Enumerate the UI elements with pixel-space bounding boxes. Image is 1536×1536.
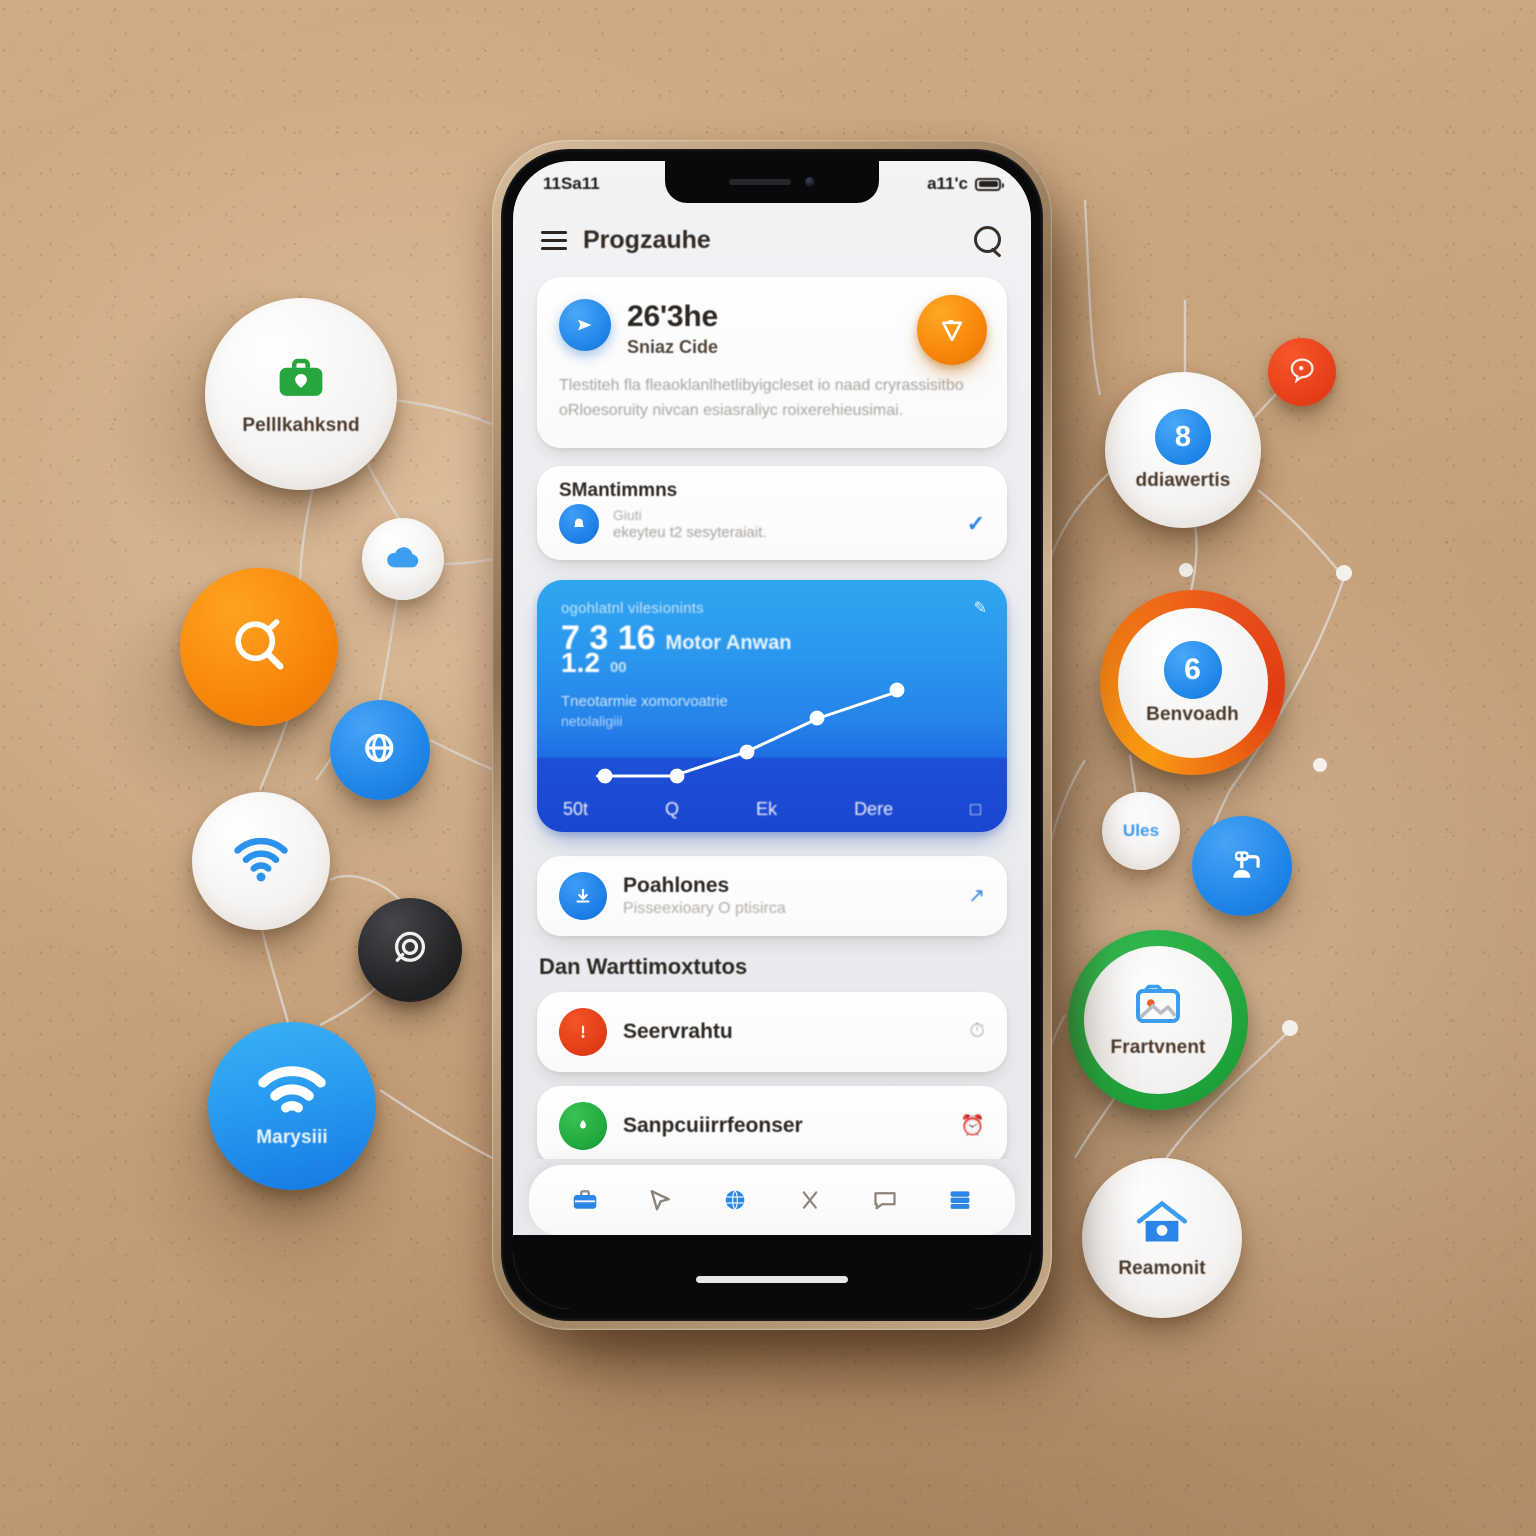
leaf-icon — [559, 1101, 607, 1150]
arrow-icon[interactable]: ↗ — [968, 883, 985, 908]
node-wifi-white[interactable] — [192, 792, 330, 930]
node-search[interactable] — [180, 568, 338, 726]
node-label: Reamonit — [1118, 1258, 1206, 1280]
clock-icon[interactable]: ⏱ — [969, 1020, 985, 1043]
list-item-seervrahtu[interactable]: Seervrahtu ⏱ — [537, 991, 1007, 1072]
list-item-title: Sanpcuiirrfeonser — [623, 1113, 803, 1137]
shield-heart-icon[interactable] — [917, 295, 987, 365]
node-label: ddiawertis — [1135, 470, 1231, 492]
tab-scissors[interactable] — [791, 1181, 829, 1219]
node-reamonit[interactable]: Reamonit — [1082, 1158, 1242, 1318]
chart-unit: Motor Anwan — [665, 631, 792, 654]
edit-icon[interactable]: ✎ — [974, 598, 987, 618]
node-label: Marysiii — [256, 1127, 328, 1149]
chart-sub-1: Tneotarmie xomorvoatrie — [561, 692, 728, 710]
scene-root: Pelllkahksnd Marysiii 8 ddiawertis 6 Ben… — [0, 0, 1536, 1536]
home-indicator[interactable] — [696, 1276, 848, 1283]
x-tick: Ek — [756, 798, 778, 819]
node-target[interactable] — [358, 898, 462, 1002]
timer-icon[interactable]: ⏰ — [960, 1113, 985, 1138]
wifi-icon — [256, 1064, 328, 1123]
badge-6: 6 — [1163, 640, 1222, 699]
chart-card[interactable]: ogohlatnl vilesionints 7 3 16 Motor Anwa… — [537, 579, 1007, 832]
x-tick: □ — [970, 798, 981, 819]
tab-globe[interactable] — [716, 1181, 754, 1219]
globe-icon — [358, 726, 402, 775]
robot-icon — [1219, 841, 1265, 892]
target-icon — [387, 925, 433, 976]
node-globe[interactable] — [330, 700, 430, 800]
node-chat[interactable] — [1268, 338, 1336, 406]
x-tick: Dere — [854, 798, 894, 819]
tab-briefcase[interactable] — [566, 1181, 604, 1219]
node-pelllkahksnd[interactable]: Pelllkahksnd — [205, 298, 397, 490]
tab-cursor[interactable] — [641, 1181, 679, 1219]
list-item-subtitle: Pisseexioary O ptisirca — [623, 899, 786, 917]
x-tick: Q — [665, 798, 680, 819]
medical-kit-icon — [274, 352, 328, 411]
search-icon[interactable] — [973, 225, 1003, 255]
ring-inner: Frartvnent — [1084, 946, 1232, 1094]
scroll-content[interactable]: 26'3he Sniaz Cide Tlestiteh fla fleaokla… — [513, 273, 1031, 1159]
home-icon — [1134, 1197, 1190, 1254]
node-label: Frartvnent — [1110, 1037, 1206, 1059]
badge-8: 8 — [1155, 409, 1211, 466]
phone-bottom-bezel — [513, 1235, 1031, 1309]
hero-card[interactable]: 26'3he Sniaz Cide Tlestiteh fla fleaokla… — [537, 277, 1007, 448]
node-label: Benvoadh — [1146, 703, 1239, 725]
chart-x-axis: 50t Q Ek Dere □ — [537, 799, 1007, 820]
chart-value-secondary: 1.2 — [561, 646, 600, 678]
cloud-icon — [383, 537, 423, 582]
node-cloud[interactable] — [362, 518, 444, 600]
list-item-title: Poahlones — [623, 873, 730, 897]
tab-server[interactable] — [941, 1181, 979, 1219]
bottom-tab-bar[interactable] — [529, 1165, 1015, 1235]
tab-chat[interactable] — [866, 1181, 904, 1219]
notif-line-1: Giuti — [613, 506, 642, 523]
download-icon — [559, 871, 607, 920]
phone-device: 11Sa11 a11'c Progzauhe 26'3he Sniaz Cide… — [492, 140, 1052, 1330]
chart-sub-2: netolaligiii — [561, 712, 623, 729]
status-bar: 11Sa11 a11'c — [513, 161, 1031, 207]
bell-icon — [559, 503, 599, 544]
app-header: Progzauhe — [513, 207, 1031, 273]
send-icon — [559, 299, 611, 351]
list-item-title: Seervrahtu — [623, 1019, 733, 1043]
ring-inner: 6 Benvoadh — [1117, 607, 1268, 758]
wifi-icon — [231, 829, 291, 894]
chart-label: ogohlatnl vilesionints — [561, 599, 704, 617]
alert-icon — [559, 1007, 607, 1056]
chart-header: ogohlatnl vilesionints 7 3 16 Motor Anwa… — [561, 600, 983, 729]
ring-node-benvoadh[interactable]: 6 Benvoadh — [1100, 590, 1285, 775]
hero-body-text: Tlestiteh fla fleaoklanlhetlibyigcleset … — [559, 377, 964, 419]
status-signal-wifi: a11'c — [927, 174, 968, 193]
node-label: Ules — [1122, 821, 1160, 841]
chart-unit-small: 00 — [609, 658, 627, 676]
chat-icon — [1286, 354, 1318, 391]
photo-icon — [1132, 982, 1184, 1033]
hamburger-icon[interactable] — [541, 230, 567, 250]
notification-card[interactable]: SMantimmns Giuti ekeyteu t2 sesyteraiait… — [537, 465, 1007, 560]
battery-icon — [975, 177, 1004, 191]
node-ules[interactable]: Ules — [1102, 792, 1180, 870]
section-heading: Dan Warttimoxtutos — [539, 953, 748, 979]
check-icon[interactable]: ✓ — [967, 511, 985, 537]
ring-node-frartvnent[interactable]: Frartvnent — [1068, 930, 1248, 1110]
phone-bezel: 11Sa11 a11'c Progzauhe 26'3he Sniaz Cide… — [501, 149, 1043, 1321]
notif-line-2: ekeyteu t2 sesyteraiait. — [613, 523, 767, 541]
node-label: Pelllkahksnd — [242, 415, 360, 437]
status-time: 11Sa11 — [543, 174, 600, 193]
search-icon — [227, 613, 291, 682]
node-marysiii[interactable]: Marysiii — [208, 1022, 376, 1190]
node-ddiawertis[interactable]: 8 ddiawertis — [1105, 372, 1261, 528]
list-item-poahlones[interactable]: Poahlones Pisseexioary O ptisirca ↗ — [537, 855, 1007, 936]
phone-screen: 11Sa11 a11'c Progzauhe 26'3he Sniaz Cide… — [513, 161, 1031, 1309]
node-robot[interactable] — [1192, 816, 1292, 916]
list-item-sanpcuiirrfeonser[interactable]: Sanpcuiirrfeonser ⏰ — [537, 1085, 1007, 1159]
notif-title: SMantimmns — [559, 479, 678, 501]
x-tick: 50t — [563, 798, 589, 819]
page-title: Progzauhe — [583, 225, 711, 254]
